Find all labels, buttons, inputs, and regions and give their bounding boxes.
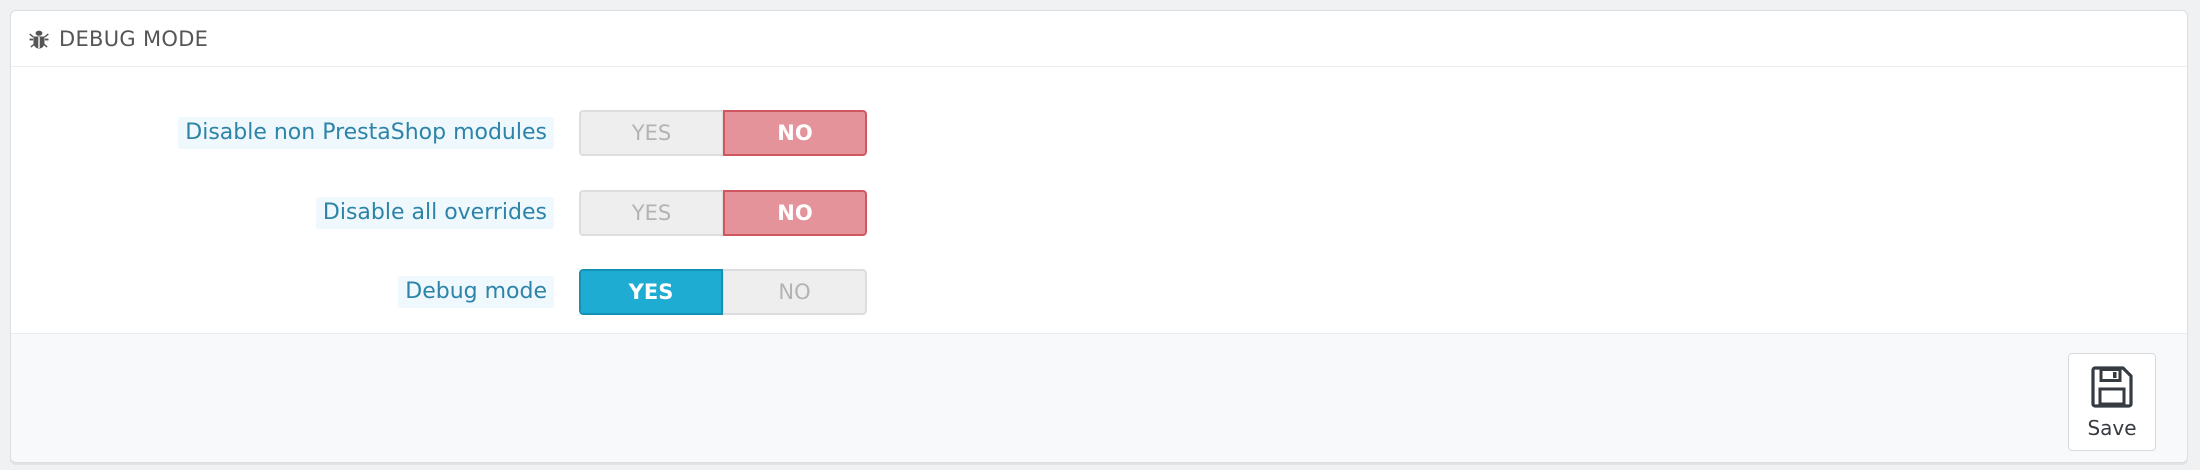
panel-heading: DEBUG MODE bbox=[11, 11, 2187, 67]
panel-title: DEBUG MODE bbox=[59, 26, 209, 51]
form-row-debug-mode: Debug mode YES NO bbox=[11, 269, 2187, 315]
form-row-disable-non-prestashop-modules: Disable non PrestaShop modules YES NO bbox=[11, 110, 2187, 156]
no-option-selected[interactable]: NO bbox=[723, 110, 867, 156]
yes-option-selected[interactable]: YES bbox=[579, 269, 723, 315]
yes-option[interactable]: YES bbox=[579, 110, 723, 156]
floppy-disk-icon bbox=[2089, 364, 2135, 410]
label-cell: Disable all overrides bbox=[315, 190, 554, 236]
label-cell: Debug mode bbox=[398, 269, 554, 315]
panel-footer: Save bbox=[11, 333, 2187, 462]
no-option-selected[interactable]: NO bbox=[723, 190, 867, 236]
form-row-disable-all-overrides: Disable all overrides YES NO bbox=[11, 190, 2187, 236]
field-label: Debug mode bbox=[398, 276, 554, 308]
disable-all-overrides-switch[interactable]: YES NO bbox=[579, 190, 867, 236]
field-label: Disable all overrides bbox=[315, 197, 554, 229]
form-body: Disable non PrestaShop modules YES NO Di… bbox=[11, 67, 2187, 343]
yes-option[interactable]: YES bbox=[579, 190, 723, 236]
debug-mode-switch[interactable]: YES NO bbox=[579, 269, 867, 315]
save-button[interactable]: Save bbox=[2068, 353, 2156, 451]
bug-icon bbox=[27, 27, 51, 51]
disable-non-prestashop-modules-switch[interactable]: YES NO bbox=[579, 110, 867, 156]
field-label: Disable non PrestaShop modules bbox=[178, 117, 554, 149]
debug-mode-panel: DEBUG MODE Disable non PrestaShop module… bbox=[10, 10, 2188, 463]
save-label: Save bbox=[2087, 416, 2137, 440]
label-cell: Disable non PrestaShop modules bbox=[178, 110, 554, 156]
no-option[interactable]: NO bbox=[723, 269, 867, 315]
